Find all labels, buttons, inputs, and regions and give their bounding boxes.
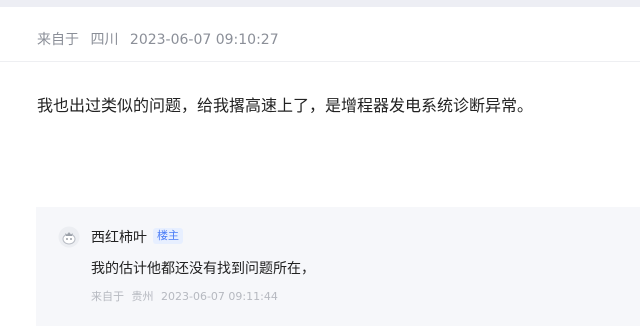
- post-body: 我也出过类似的问题，给我撂高速上了，是增程器发电系统诊断异常。: [37, 96, 534, 115]
- divider: [0, 61, 640, 62]
- reply-meta: 来自于 贵州 2023-06-07 09:11:44: [91, 288, 282, 304]
- reply-timestamp: 2023-06-07 09:11:44: [161, 290, 278, 303]
- reply-location: 贵州: [131, 290, 154, 303]
- post-timestamp: 2023-06-07 09:10:27: [129, 32, 279, 48]
- reply-author[interactable]: 西红柿叶: [91, 227, 147, 247]
- tomato-avatar-icon[interactable]: [58, 226, 80, 248]
- post-location: 四川: [90, 32, 119, 48]
- op-badge: 楼主: [153, 228, 183, 244]
- reply-text: 我的估计他都还没有找到问题所在，: [91, 261, 315, 277]
- top-strip: [0, 0, 640, 7]
- post-meta: 来自于 四川 2023-06-07 09:10:27: [37, 29, 286, 49]
- reply-source-label: 来自于: [91, 290, 124, 303]
- post-source-label: 来自于: [37, 32, 79, 48]
